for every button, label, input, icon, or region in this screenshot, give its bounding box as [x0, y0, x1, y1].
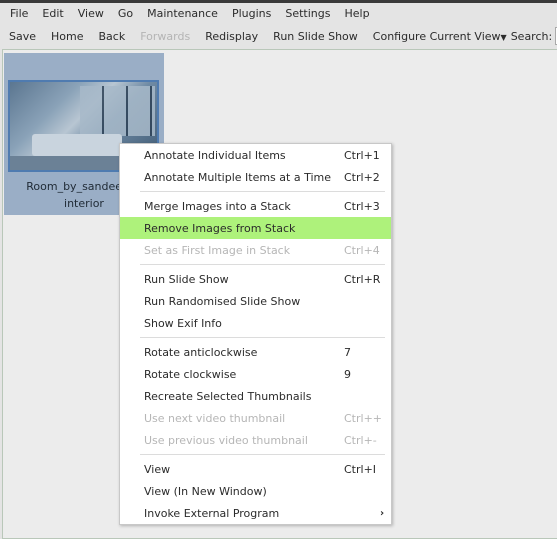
- menu-item-show-exif-info[interactable]: Show Exif Info: [120, 312, 391, 334]
- menu-item-use-next-video-thumbnail: Use next video thumbnail Ctrl++: [120, 407, 391, 429]
- menu-item-label: Annotate Individual Items: [144, 148, 286, 162]
- thumbnail-window-detail: [80, 86, 155, 136]
- chevron-down-icon: ▼: [500, 32, 507, 42]
- menu-settings[interactable]: Settings: [285, 7, 330, 20]
- configure-label: Configure Current View: [372, 29, 501, 43]
- menu-item-invoke-external-program[interactable]: Invoke External Program ›: [120, 502, 391, 524]
- menu-item-label: Use previous video thumbnail: [144, 433, 308, 447]
- menu-item-shortcut: Ctrl+I: [344, 462, 377, 476]
- menu-go[interactable]: Go: [118, 7, 133, 20]
- forwards-button: Forwards: [140, 29, 191, 43]
- menu-item-rotate-clockwise[interactable]: Rotate clockwise 9: [120, 363, 391, 385]
- toolbar: Save Home Back Forwards Redisplay Run Sl…: [0, 24, 557, 48]
- menu-item-shortcut: Ctrl+R: [344, 272, 381, 286]
- menu-item-use-previous-video-thumbnail: Use previous video thumbnail Ctrl+-: [120, 429, 391, 451]
- menu-item-remove-images-from-stack[interactable]: Remove Images from Stack: [120, 217, 391, 239]
- menu-item-label: Recreate Selected Thumbnails: [144, 389, 312, 403]
- menu-separator: [120, 334, 391, 341]
- chevron-right-icon: ›: [380, 507, 385, 519]
- menu-separator: [120, 451, 391, 458]
- menu-item-label: Run Randomised Slide Show: [144, 294, 301, 308]
- menu-help[interactable]: Help: [344, 7, 369, 20]
- menu-separator: [120, 188, 391, 195]
- configure-current-view-button[interactable]: Configure Current View▼: [373, 30, 507, 43]
- thumbnail-sofa-detail: [32, 134, 122, 156]
- menu-item-label: Run Slide Show: [144, 272, 229, 286]
- menu-item-run-randomised-slide-show[interactable]: Run Randomised Slide Show: [120, 290, 391, 312]
- search-label: Search:: [510, 29, 553, 43]
- menu-item-label: Set as First Image in Stack: [144, 243, 291, 257]
- menu-item-shortcut: Ctrl+-: [344, 433, 377, 447]
- menu-item-view[interactable]: View Ctrl+I: [120, 458, 391, 480]
- menu-item-shortcut: Ctrl++: [344, 411, 383, 425]
- run-slide-show-button[interactable]: Run Slide Show: [273, 30, 358, 43]
- menu-item-label: Rotate clockwise: [144, 367, 237, 381]
- menu-item-annotate-multiple-items-at-a-time[interactable]: Annotate Multiple Items at a Time Ctrl+2: [120, 166, 391, 188]
- menu-item-label: Annotate Multiple Items at a Time: [144, 170, 331, 184]
- home-button[interactable]: Home: [51, 30, 83, 43]
- menu-item-view-in-new-window[interactable]: View (In New Window): [120, 480, 391, 502]
- context-menu: Annotate Individual Items Ctrl+1 Annotate …: [119, 143, 392, 525]
- menu-item-shortcut: 7: [344, 345, 351, 359]
- menu-item-label: Remove Images from Stack: [144, 221, 296, 235]
- menu-item-run-slide-show[interactable]: Run Slide Show Ctrl+R: [120, 268, 391, 290]
- menu-item-shortcut: Ctrl+3: [344, 199, 380, 213]
- back-button[interactable]: Back: [99, 30, 126, 43]
- menu-edit[interactable]: Edit: [42, 7, 63, 20]
- menu-file[interactable]: File: [10, 7, 28, 20]
- menu-item-shortcut: Ctrl+1: [344, 148, 380, 162]
- menu-item-recreate-selected-thumbnails[interactable]: Recreate Selected Thumbnails: [120, 385, 391, 407]
- menu-item-label: Invoke External Program: [144, 506, 280, 520]
- save-button[interactable]: Save: [9, 30, 36, 43]
- menu-item-label: View (In New Window): [144, 484, 267, 498]
- menu-view[interactable]: View: [78, 7, 104, 20]
- menu-item-label: Merge Images into a Stack: [144, 199, 291, 213]
- menu-plugins[interactable]: Plugins: [232, 7, 271, 20]
- menu-item-annotate-individual-items[interactable]: Annotate Individual Items Ctrl+1: [120, 144, 391, 166]
- menu-item-label: Rotate anticlockwise: [144, 345, 258, 359]
- menu-bar: File Edit View Go Maintenance Plugins Se…: [0, 3, 557, 23]
- menu-item-label: Use next video thumbnail: [144, 411, 286, 425]
- menu-maintenance[interactable]: Maintenance: [147, 7, 218, 20]
- menu-separator: [120, 261, 391, 268]
- menu-item-merge-images-into-a-stack[interactable]: Merge Images into a Stack Ctrl+3: [120, 195, 391, 217]
- menu-item-shortcut: Ctrl+2: [344, 170, 380, 184]
- menu-item-label: View: [144, 462, 171, 476]
- menu-item-label: Show Exif Info: [144, 316, 222, 330]
- redisplay-button[interactable]: Redisplay: [205, 30, 258, 43]
- menu-item-set-as-first-image-in-stack: Set as First Image in Stack Ctrl+4: [120, 239, 391, 261]
- menu-item-shortcut: 9: [344, 367, 351, 381]
- menu-item-shortcut: Ctrl+4: [344, 243, 380, 257]
- menu-item-rotate-anticlockwise[interactable]: Rotate anticlockwise 7: [120, 341, 391, 363]
